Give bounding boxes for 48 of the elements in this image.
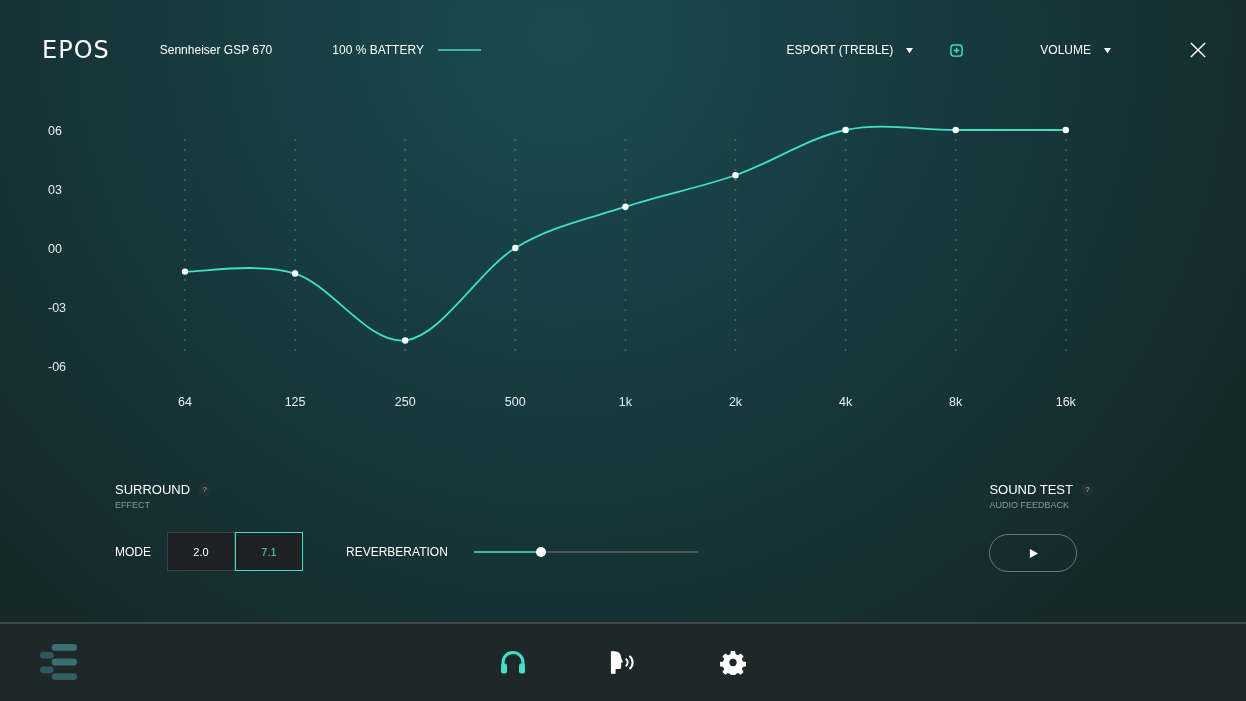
- eq-point[interactable]: [291, 270, 299, 277]
- play-icon: [1028, 548, 1038, 558]
- reverberation-label: REVERBERATION: [346, 544, 448, 559]
- y-axis-label: 03: [48, 183, 62, 197]
- close-icon[interactable]: [1190, 42, 1206, 58]
- bars-icon[interactable]: [40, 644, 79, 681]
- headphones-icon[interactable]: [500, 650, 526, 675]
- eq-point[interactable]: [181, 268, 189, 275]
- eq-point[interactable]: [732, 172, 739, 179]
- y-axis-label: -06: [48, 360, 67, 374]
- y-axis-label: 06: [48, 124, 62, 138]
- mode-option[interactable]: 2.0: [167, 532, 235, 571]
- sound-test-title: SOUND TEST: [989, 482, 1073, 497]
- speaking-head-icon[interactable]: [610, 650, 636, 675]
- x-axis-label: 4k: [839, 395, 853, 409]
- x-axis-label: 1k: [618, 395, 632, 409]
- x-axis-label: 2k: [728, 395, 743, 409]
- eq-point[interactable]: [622, 203, 629, 210]
- help-button[interactable]: ?: [1081, 483, 1094, 496]
- x-axis-label: 16k: [1055, 395, 1076, 409]
- help-button[interactable]: ?: [198, 483, 212, 496]
- y-axis-label: 00: [48, 242, 62, 256]
- y-axis-label: -03: [48, 301, 67, 315]
- x-axis-label: 125: [284, 395, 306, 409]
- brand-logo: EPOS: [42, 36, 110, 64]
- caret-icon: [905, 46, 915, 54]
- surround-title: SURROUND: [115, 482, 191, 497]
- eq-point[interactable]: [512, 244, 519, 252]
- device-name: Sennheiser GSP 670: [159, 43, 273, 57]
- surround-subtitle: EFFECT: [115, 500, 151, 510]
- volume-dropdown[interactable]: VOLUME: [1040, 43, 1112, 57]
- slider-thumb[interactable]: [536, 546, 546, 557]
- eq-point[interactable]: [842, 126, 849, 134]
- sound-test-subtitle: AUDIO FEEDBACK: [989, 500, 1070, 510]
- x-axis-label: 250: [394, 395, 416, 409]
- x-axis-label: 64: [178, 395, 192, 409]
- eq-point[interactable]: [952, 126, 959, 134]
- x-axis-label: 8k: [949, 395, 963, 409]
- eq-point[interactable]: [402, 337, 409, 344]
- mode-label: MODE: [115, 544, 151, 559]
- x-axis-label: 500: [504, 395, 526, 409]
- settings-icon[interactable]: [720, 650, 746, 675]
- mode-option[interactable]: 7.1: [235, 532, 303, 571]
- battery-label: 100 % BATTERY: [332, 43, 424, 57]
- preset-dropdown[interactable]: ESPORT (TREBLE): [786, 43, 915, 57]
- eq-point[interactable]: [1062, 126, 1069, 134]
- caret-icon: [1103, 46, 1112, 54]
- add-preset-icon[interactable]: [950, 43, 964, 57]
